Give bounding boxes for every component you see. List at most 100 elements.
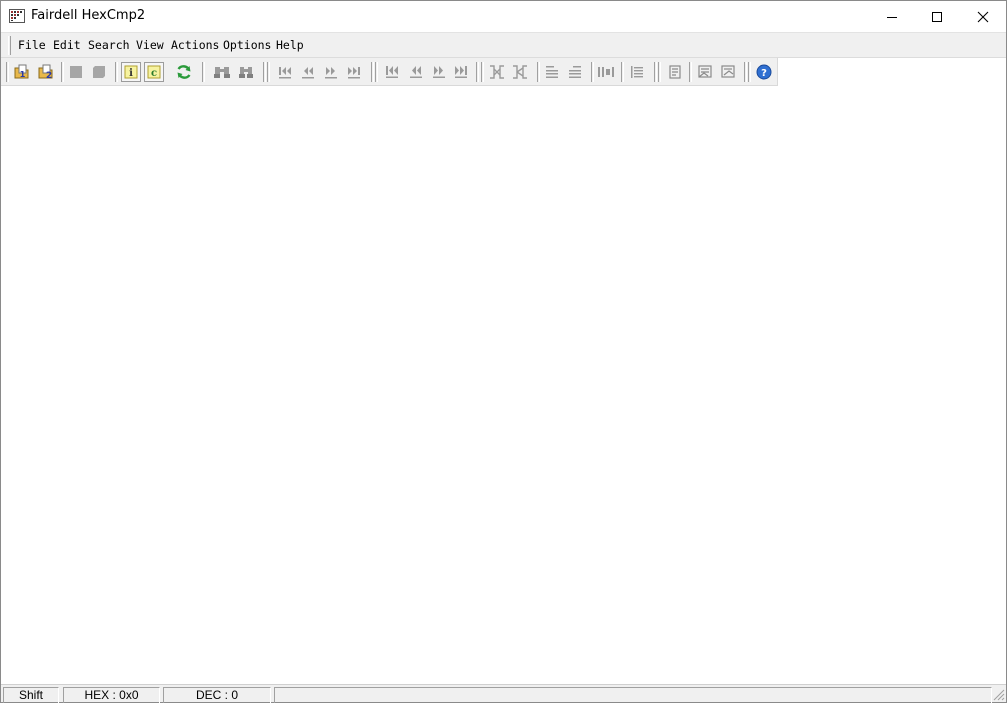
toolbar: 1 2 i c ? xyxy=(1,58,778,86)
close-button[interactable] xyxy=(960,1,1006,32)
svg-text:i: i xyxy=(129,68,133,79)
sync-left-icon xyxy=(490,65,504,79)
info-icon: i xyxy=(124,65,138,79)
maximize-icon xyxy=(932,11,942,22)
column-view-icon xyxy=(598,67,614,77)
previous-difference-icon xyxy=(302,67,314,79)
menubar-grip[interactable] xyxy=(8,36,11,55)
toolbar-separator xyxy=(263,62,266,82)
menu-edit[interactable]: Edit xyxy=(53,38,81,52)
open-file-2-button[interactable]: 2 xyxy=(36,62,56,82)
menu-bar: File Edit Search View Actions Options He… xyxy=(1,32,1006,58)
find-next-icon xyxy=(239,67,253,78)
help-button[interactable]: ? xyxy=(754,62,774,82)
last-block-icon xyxy=(455,66,467,78)
svg-text:2: 2 xyxy=(46,71,52,81)
toolbar-grip[interactable] xyxy=(267,62,270,82)
comparison-area[interactable] xyxy=(1,87,1006,684)
menu-search[interactable]: Search xyxy=(88,38,130,52)
menu-actions[interactable]: Actions xyxy=(171,38,219,52)
open-file-1-icon: 1 xyxy=(14,64,29,79)
resize-grip-icon[interactable] xyxy=(992,688,1005,701)
toolbar-separator xyxy=(654,62,657,82)
export-left-button[interactable] xyxy=(695,62,715,82)
export-right-button[interactable] xyxy=(718,62,738,82)
sync-right-button[interactable] xyxy=(510,62,530,82)
app-icon xyxy=(9,9,25,23)
export-right-icon xyxy=(721,65,735,78)
first-block-icon xyxy=(386,66,398,78)
previous-block-icon xyxy=(410,66,422,78)
menu-file[interactable]: File xyxy=(18,38,46,52)
sync-left-button[interactable] xyxy=(487,62,507,82)
toolbar-separator xyxy=(115,62,118,82)
refresh-icon xyxy=(177,65,191,79)
app-window: Fairdell HexCmp2 File Edit Search View A… xyxy=(0,0,1007,703)
find-icon xyxy=(214,67,230,78)
status-bar: Shift HEX : 0x0 DEC : 0 xyxy=(1,684,1006,703)
help-icon: ? xyxy=(756,64,772,80)
last-block-button[interactable] xyxy=(451,62,471,82)
last-difference-icon xyxy=(348,67,360,79)
maximize-button[interactable] xyxy=(914,1,960,32)
toolbar-grip[interactable] xyxy=(375,62,378,82)
toolbar-grip[interactable] xyxy=(658,62,661,82)
toolbar-separator xyxy=(744,62,747,82)
align-down-icon xyxy=(569,66,581,78)
toolbar-separator xyxy=(61,62,64,82)
menu-options[interactable]: Options xyxy=(223,38,271,52)
align-up-button[interactable] xyxy=(542,62,562,82)
next-block-button[interactable] xyxy=(429,62,449,82)
info-toggle-button[interactable]: i xyxy=(121,62,141,82)
open-file-2-icon: 2 xyxy=(38,64,53,81)
first-block-button[interactable] xyxy=(382,62,402,82)
status-dec: DEC : 0 xyxy=(163,687,271,703)
sync-right-icon xyxy=(513,65,527,79)
stop-button[interactable] xyxy=(66,62,86,82)
minimize-icon xyxy=(887,16,897,18)
find-next-button[interactable] xyxy=(236,62,256,82)
compare-c-icon: c xyxy=(147,65,161,79)
toolbar-separator xyxy=(371,62,374,82)
toolbar-grip[interactable] xyxy=(6,62,9,82)
toolbar-separator xyxy=(621,62,624,82)
compare-toggle-button[interactable]: c xyxy=(144,62,164,82)
first-difference-button[interactable] xyxy=(275,62,295,82)
stop-icon xyxy=(70,66,82,78)
toolbar-separator xyxy=(591,62,594,82)
previous-block-button[interactable] xyxy=(406,62,426,82)
previous-difference-button[interactable] xyxy=(298,62,318,82)
close-icon xyxy=(977,11,989,22)
first-difference-icon xyxy=(279,67,291,79)
toolbar-separator xyxy=(537,62,540,82)
toolbar-grip[interactable] xyxy=(481,62,484,82)
toolbar-separator xyxy=(202,62,205,82)
refresh-button[interactable] xyxy=(174,62,194,82)
minimize-button[interactable] xyxy=(869,1,915,32)
status-hex: HEX : 0x0 xyxy=(63,687,160,703)
menu-help[interactable]: Help xyxy=(276,38,304,52)
svg-text:?: ? xyxy=(761,68,767,79)
export-left-icon xyxy=(698,65,712,78)
next-difference-button[interactable] xyxy=(321,62,341,82)
align-down-button[interactable] xyxy=(565,62,585,82)
report-button[interactable] xyxy=(665,62,685,82)
svg-text:c: c xyxy=(151,68,157,79)
list-view-button[interactable] xyxy=(627,62,647,82)
toolbar-grip[interactable] xyxy=(748,62,751,82)
window-title: Fairdell HexCmp2 xyxy=(31,8,146,23)
last-difference-button[interactable] xyxy=(344,62,364,82)
title-bar[interactable]: Fairdell HexCmp2 xyxy=(1,1,1006,32)
toolbar-separator xyxy=(476,62,479,82)
list-view-icon xyxy=(631,66,643,78)
close-file-button[interactable] xyxy=(89,62,109,82)
close-file-icon xyxy=(93,66,105,78)
next-block-icon xyxy=(433,66,445,78)
status-message xyxy=(274,687,992,703)
open-file-1-button[interactable]: 1 xyxy=(12,62,32,82)
find-button[interactable] xyxy=(212,62,232,82)
next-difference-icon xyxy=(325,67,337,79)
column-view-button[interactable] xyxy=(596,62,616,82)
report-icon xyxy=(669,65,681,79)
menu-view[interactable]: View xyxy=(136,38,164,52)
